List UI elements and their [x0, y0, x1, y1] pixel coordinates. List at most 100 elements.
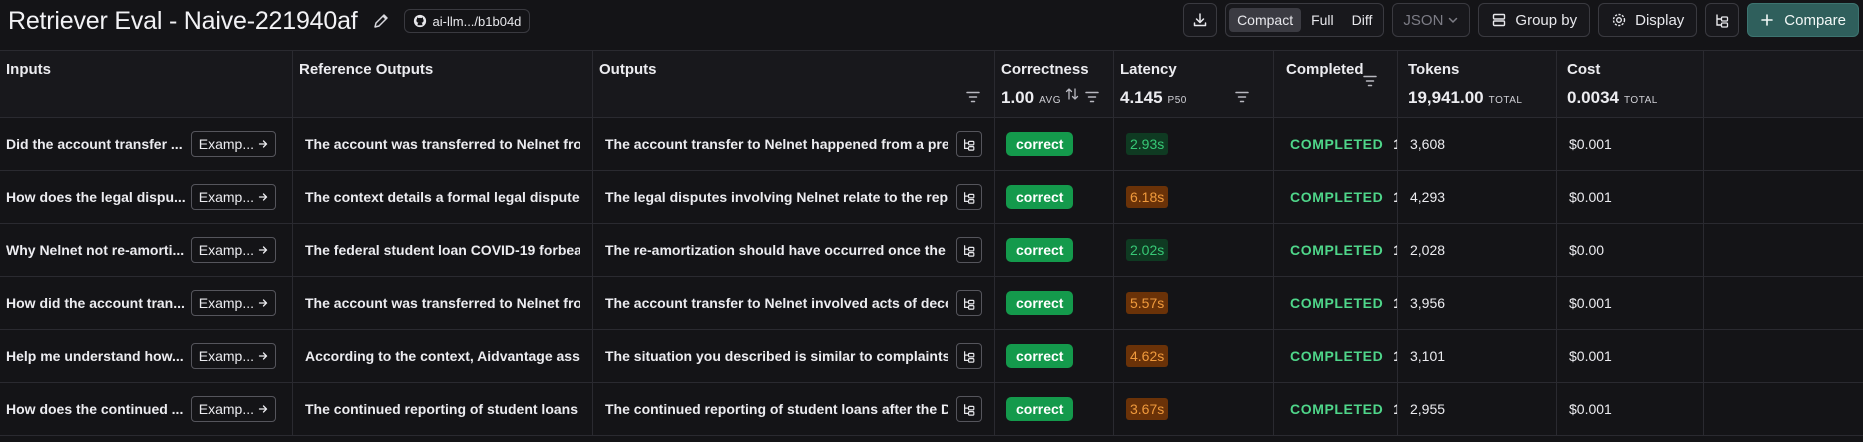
filter-icon[interactable] [1085, 91, 1099, 103]
tokens-value: 4,293 [1410, 189, 1446, 205]
cell-output[interactable]: The account transfer to Nelnet involved … [593, 277, 995, 329]
view-mode-full[interactable]: Full [1303, 8, 1342, 32]
cell-tokens: 3,608 [1398, 118, 1557, 170]
open-trace-button[interactable] [956, 237, 982, 263]
cell-latency: 2.93s [1114, 118, 1274, 170]
open-trace-button[interactable] [956, 343, 982, 369]
cell-output[interactable]: The account transfer to Nelnet happened … [593, 118, 995, 170]
col-header-inputs[interactable]: Inputs [0, 51, 293, 117]
display-button[interactable]: Display [1598, 3, 1698, 37]
cell-reference-output[interactable]: The continued reporting of student loans [293, 383, 593, 435]
cell-completed: COMPLETED 1 [1274, 277, 1398, 329]
view-mode-diff[interactable]: Diff [1344, 8, 1381, 32]
example-button[interactable]: Examp... [190, 184, 276, 210]
view-mode-compact[interactable]: Compact [1229, 8, 1302, 32]
output-text: The situation you described is similar t… [605, 348, 948, 364]
open-trace-button[interactable] [956, 184, 982, 210]
open-trace-button[interactable] [956, 396, 982, 422]
cost-value: $0.001 [1569, 136, 1612, 152]
correctness-avg-unit: AVG [1039, 95, 1061, 106]
table-header: Inputs Reference Outputs Outputs Correct… [0, 50, 1863, 118]
table-row[interactable]: Did the account transfer ... Examp... Th… [0, 118, 1863, 171]
sort-icon[interactable] [1065, 87, 1079, 101]
filter-icon[interactable] [966, 91, 980, 103]
reference-text: The federal student loan COVID-19 forbea [305, 242, 580, 258]
cell-cost: $0.001 [1557, 171, 1704, 223]
example-button[interactable]: Examp... [190, 237, 276, 263]
filter-icon[interactable] [1235, 91, 1249, 103]
latency-badge: 2.93s [1126, 133, 1169, 155]
cell-reference-output[interactable]: The account was transferred to Nelnet fr… [293, 277, 593, 329]
format-select[interactable]: JSON [1392, 3, 1471, 37]
trace-tree-button[interactable] [1705, 3, 1740, 37]
latency-badge: 6.18s [1126, 186, 1169, 208]
cell-output[interactable]: The legal disputes involving Nelnet rela… [593, 171, 995, 223]
col-header-completed[interactable]: Completed [1274, 51, 1398, 117]
cell-output[interactable]: The continued reporting of student loans… [593, 383, 995, 435]
col-tokens-label: Tokens [1408, 61, 1460, 78]
table-row[interactable]: How does the continued ... Examp... The … [0, 383, 1863, 436]
col-header-cost[interactable]: Cost 0.0034 TOTAL [1557, 51, 1704, 117]
cell-output[interactable]: The re-amortization should have occurred… [593, 224, 995, 276]
col-header-tokens[interactable]: Tokens 19,941.00 TOTAL [1398, 51, 1557, 117]
cell-reference-output[interactable]: The federal student loan COVID-19 forbea [293, 224, 593, 276]
reference-text: The continued reporting of student loans [305, 401, 578, 417]
status-badge: COMPLETED [1290, 348, 1384, 364]
cell-tokens: 3,101 [1398, 330, 1557, 382]
table-row[interactable]: How does the legal dispu... Examp... The… [0, 171, 1863, 224]
col-inputs-label: Inputs [6, 61, 51, 78]
cell-latency: 6.18s [1114, 171, 1274, 223]
tokens-total-value: 19,941.00 [1408, 88, 1484, 107]
filter-icon[interactable] [1363, 75, 1377, 87]
example-button[interactable]: Examp... [190, 290, 276, 316]
table-row[interactable]: Why Nelnet not re-amorti... Examp... The… [0, 224, 1863, 277]
input-text: Why Nelnet not re-amorti... [6, 242, 185, 258]
edit-pencil-icon[interactable] [372, 11, 392, 31]
cell-output[interactable]: The situation you described is similar t… [593, 330, 995, 382]
toolbar: Compact Full Diff JSON Group by Display … [1183, 2, 1859, 38]
cell-spacer [1704, 171, 1863, 223]
latency-badge: 3.67s [1126, 398, 1169, 420]
example-button[interactable]: Examp... [190, 396, 276, 422]
table-row[interactable]: How did the account tran... Examp... The… [0, 277, 1863, 330]
cell-correctness: correct [995, 330, 1114, 382]
cell-reference-output[interactable]: According to the context, Aidvantage ass [293, 330, 593, 382]
cell-input: Help me understand how... Examp... [0, 330, 293, 382]
open-trace-button[interactable] [956, 290, 982, 316]
tokens-value: 3,608 [1410, 136, 1446, 152]
output-text: The account transfer to Nelnet involved … [605, 295, 948, 311]
page-title: Retriever Eval - Naive-221940af [8, 6, 358, 35]
col-header-outputs[interactable]: Outputs [593, 51, 995, 117]
cell-input: Why Nelnet not re-amorti... Examp... [0, 224, 293, 276]
col-header-spacer [1704, 51, 1863, 117]
cell-spacer [1704, 383, 1863, 435]
table-body: Did the account transfer ... Examp... Th… [0, 118, 1863, 436]
compare-button[interactable]: Compare [1747, 3, 1859, 37]
trace-tree-icon [964, 192, 975, 204]
example-button[interactable]: Examp... [190, 131, 276, 157]
repo-badge[interactable]: ai-llm.../b1b04d [403, 9, 531, 33]
col-header-correctness[interactable]: Correctness 1.00 AVG [995, 51, 1114, 117]
group-by-button[interactable]: Group by [1478, 3, 1591, 37]
col-header-reference-outputs[interactable]: Reference Outputs [293, 51, 593, 117]
cell-input: How does the continued ... Examp... [0, 383, 293, 435]
example-button[interactable]: Examp... [190, 343, 276, 369]
trace-tree-icon [964, 298, 975, 310]
cost-total-value: 0.0034 [1567, 88, 1619, 107]
download-button[interactable] [1183, 3, 1218, 37]
cell-reference-output[interactable]: The account was transferred to Nelnet fr… [293, 118, 593, 170]
cell-reference-output[interactable]: The context details a formal legal dispu… [293, 171, 593, 223]
open-trace-button[interactable] [956, 131, 982, 157]
correctness-avg-value: 1.00 [1001, 88, 1035, 107]
tokens-value: 2,028 [1410, 242, 1446, 258]
table-row[interactable]: Help me understand how... Examp... Accor… [0, 330, 1863, 383]
example-label: Examp... [198, 348, 254, 364]
cell-tokens: 4,293 [1398, 171, 1557, 223]
tokens-value: 3,101 [1410, 348, 1446, 364]
col-latency-label: Latency [1120, 61, 1177, 78]
col-header-latency[interactable]: Latency 4.145 P50 [1114, 51, 1274, 117]
input-text: Help me understand how... [6, 348, 184, 364]
correctness-badge: correct [1006, 238, 1074, 262]
cell-spacer [1704, 118, 1863, 170]
cell-input: How did the account tran... Examp... [0, 277, 293, 329]
